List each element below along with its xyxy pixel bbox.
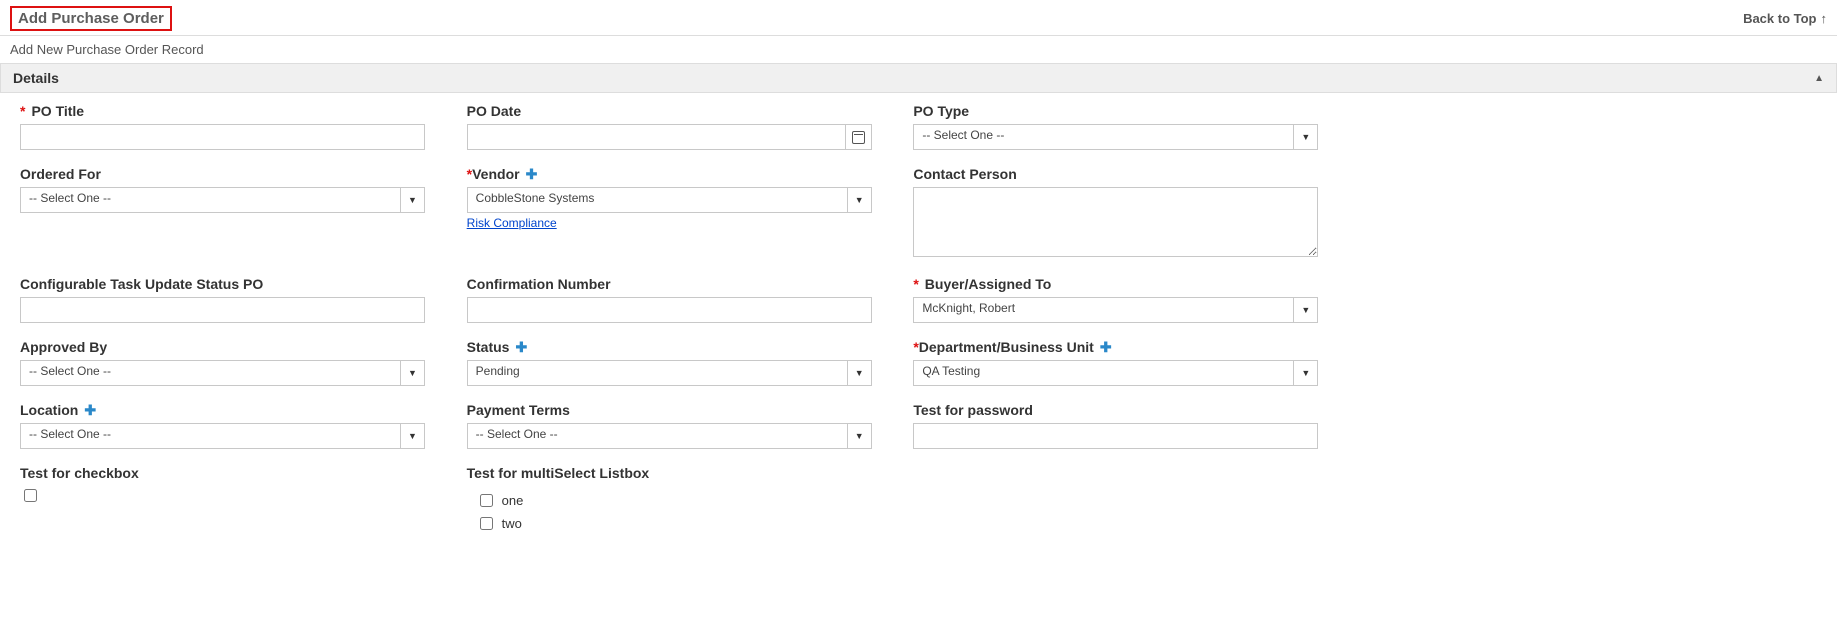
status-value: Pending — [468, 361, 847, 385]
buyer-value: McKnight, Robert — [914, 298, 1293, 322]
confirmation-input[interactable] — [467, 297, 872, 323]
ordered-for-select[interactable]: -- Select One -- ▼ — [20, 187, 425, 213]
collapse-icon: ▲ — [1814, 73, 1824, 84]
po-date-field[interactable] — [467, 124, 872, 150]
payment-terms-label: Payment Terms — [467, 402, 570, 418]
details-section-header[interactable]: Details ▲ — [0, 63, 1837, 93]
po-title-label: PO Title — [31, 103, 84, 119]
location-select[interactable]: -- Select One -- ▼ — [20, 423, 425, 449]
chevron-down-icon[interactable]: ▼ — [1293, 298, 1317, 322]
calendar-button[interactable] — [845, 125, 871, 149]
vendor-label: Vendor — [472, 166, 519, 182]
chevron-down-icon[interactable]: ▼ — [400, 361, 424, 385]
status-label: Status — [467, 339, 510, 355]
required-star: * — [20, 103, 25, 119]
approved-by-label: Approved By — [20, 339, 107, 355]
plus-icon[interactable]: ✚ — [515, 340, 527, 354]
test-password-input[interactable] — [913, 423, 1318, 449]
listbox-item[interactable]: one — [476, 489, 863, 512]
approved-by-value: -- Select One -- — [21, 361, 400, 385]
dept-label: Department/Business Unit — [919, 339, 1094, 355]
back-to-top-link[interactable]: Back to Top ↑ — [1743, 11, 1827, 26]
plus-icon[interactable]: ✚ — [526, 167, 538, 181]
location-value: -- Select One -- — [21, 424, 400, 448]
confirmation-label: Confirmation Number — [467, 276, 611, 292]
contact-person-textarea[interactable] — [913, 187, 1318, 257]
po-type-select[interactable]: -- Select One -- ▼ — [913, 124, 1318, 150]
test-checkbox-label: Test for checkbox — [20, 465, 139, 481]
ordered-for-value: -- Select One -- — [21, 188, 400, 212]
vendor-select[interactable]: CobbleStone Systems ▼ — [467, 187, 872, 213]
section-title: Details — [13, 70, 59, 86]
listbox-option-label: one — [502, 493, 524, 508]
multi-listbox: one two — [467, 486, 872, 538]
plus-icon[interactable]: ✚ — [84, 403, 96, 417]
chevron-down-icon[interactable]: ▼ — [847, 424, 871, 448]
dept-select[interactable]: QA Testing ▼ — [913, 360, 1318, 386]
vendor-value: CobbleStone Systems — [468, 188, 847, 212]
back-to-top-label: Back to Top — [1743, 11, 1816, 26]
po-title-input[interactable] — [20, 124, 425, 150]
payment-terms-select[interactable]: -- Select One -- ▼ — [467, 423, 872, 449]
chevron-down-icon[interactable]: ▼ — [400, 188, 424, 212]
ordered-for-label: Ordered For — [20, 166, 101, 182]
chevron-down-icon[interactable]: ▼ — [847, 188, 871, 212]
po-date-input[interactable] — [468, 125, 845, 149]
status-select[interactable]: Pending ▼ — [467, 360, 872, 386]
listbox-checkbox[interactable] — [480, 494, 493, 507]
risk-compliance-link[interactable]: Risk Compliance — [467, 216, 557, 230]
chevron-down-icon[interactable]: ▼ — [1293, 125, 1317, 149]
chevron-down-icon[interactable]: ▼ — [400, 424, 424, 448]
po-date-label: PO Date — [467, 103, 521, 119]
config-task-input[interactable] — [20, 297, 425, 323]
chevron-down-icon[interactable]: ▼ — [847, 361, 871, 385]
po-type-label: PO Type — [913, 103, 969, 119]
plus-icon[interactable]: ✚ — [1100, 340, 1112, 354]
test-checkbox[interactable] — [24, 489, 37, 502]
buyer-select[interactable]: McKnight, Robert ▼ — [913, 297, 1318, 323]
approved-by-select[interactable]: -- Select One -- ▼ — [20, 360, 425, 386]
chevron-down-icon[interactable]: ▼ — [1293, 361, 1317, 385]
page-title: Add Purchase Order — [10, 6, 172, 31]
location-label: Location — [20, 402, 78, 418]
arrow-up-icon: ↑ — [1821, 11, 1828, 26]
config-task-label: Configurable Task Update Status PO — [20, 276, 263, 292]
required-star: * — [913, 276, 918, 292]
test-password-label: Test for password — [913, 402, 1033, 418]
buyer-label: Buyer/Assigned To — [925, 276, 1052, 292]
multi-listbox-label: Test for multiSelect Listbox — [467, 465, 650, 481]
payment-terms-value: -- Select One -- — [468, 424, 847, 448]
subtitle: Add New Purchase Order Record — [0, 36, 1837, 63]
listbox-option-label: two — [502, 516, 522, 531]
listbox-item[interactable]: two — [476, 512, 863, 535]
dept-value: QA Testing — [914, 361, 1293, 385]
po-type-value: -- Select One -- — [914, 125, 1293, 149]
calendar-icon — [852, 131, 865, 144]
contact-person-label: Contact Person — [913, 166, 1016, 182]
listbox-checkbox[interactable] — [480, 517, 493, 530]
